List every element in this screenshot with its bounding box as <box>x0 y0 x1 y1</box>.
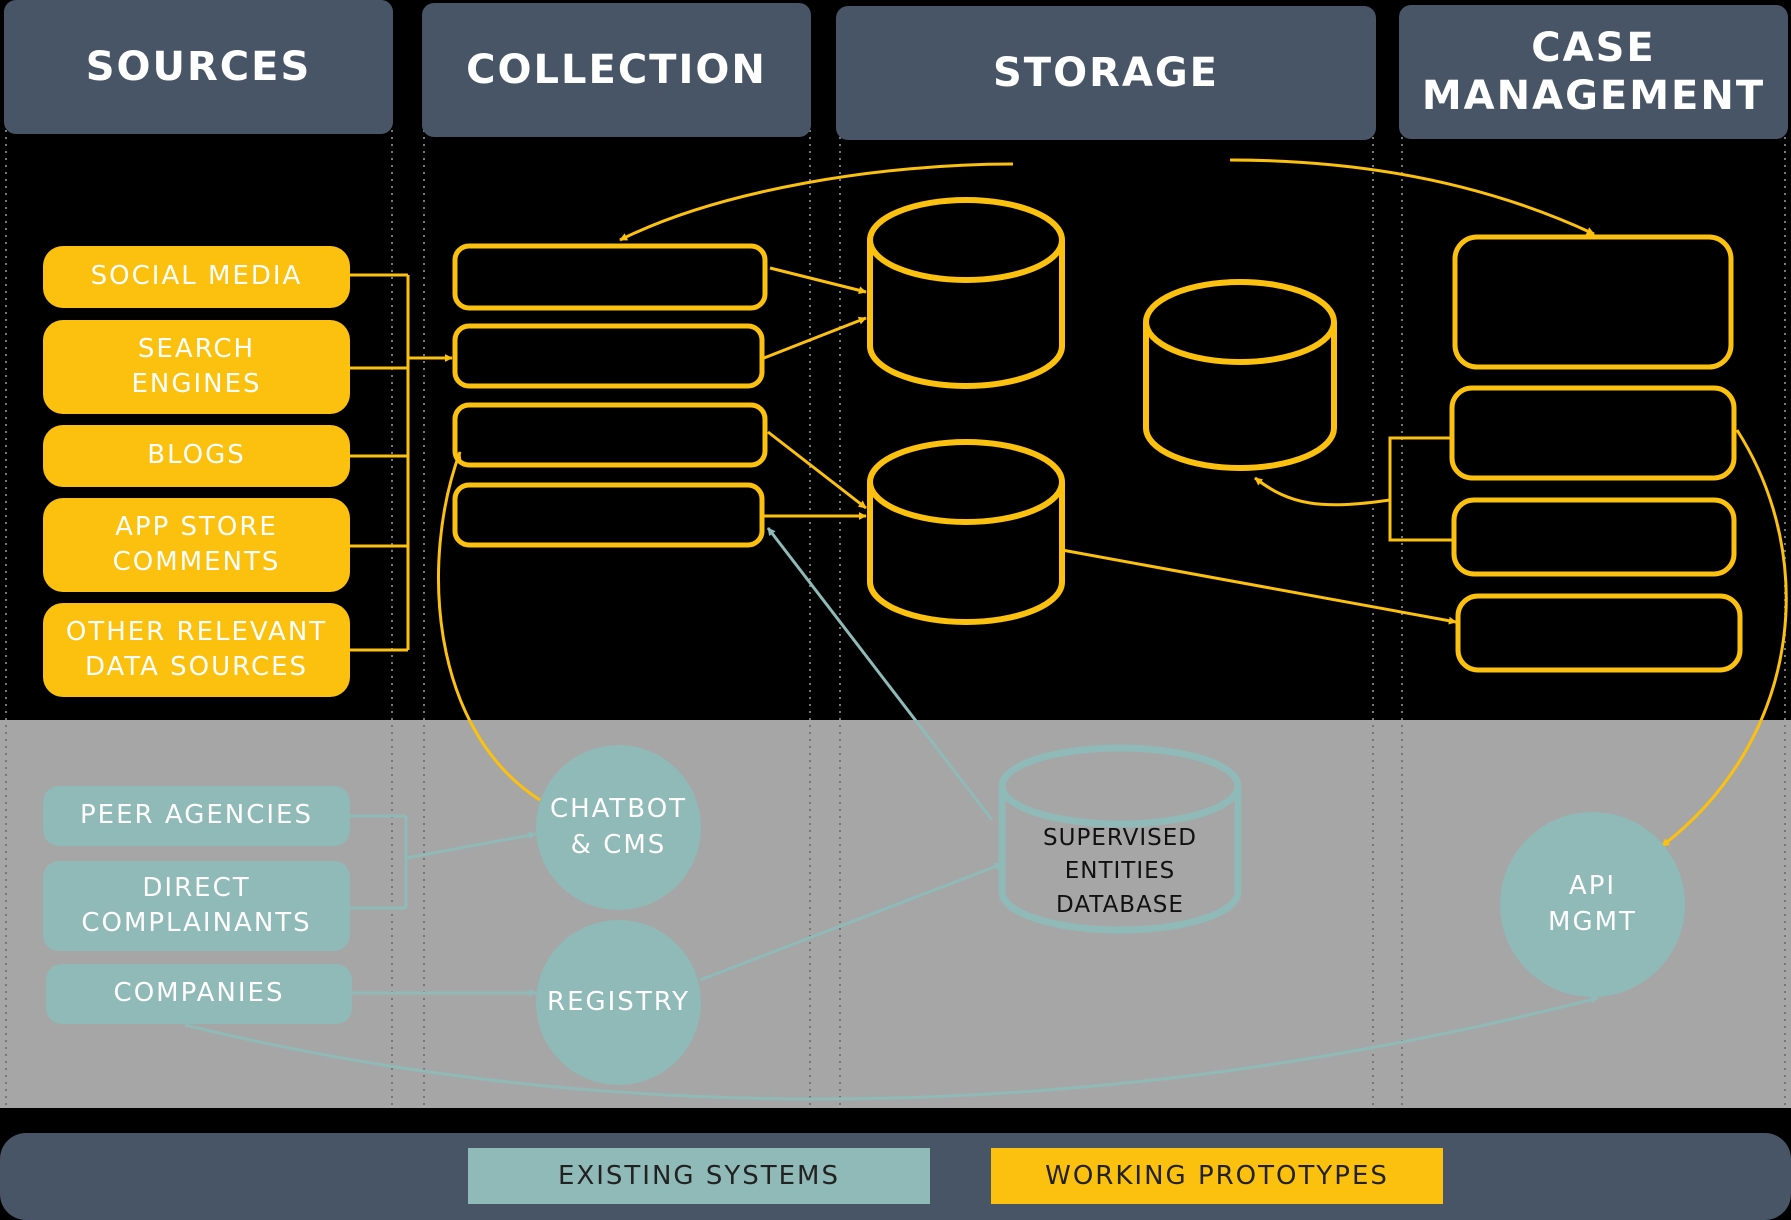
case-box-3 <box>1451 497 1737 577</box>
source-search-engines: SEARCH ENGINES <box>43 320 350 414</box>
column-header-storage: STORAGE <box>836 6 1376 140</box>
collection-boxes <box>452 243 768 548</box>
source-social-media: SOCIAL MEDIA <box>43 246 350 308</box>
storage-cylinder-2 <box>1143 279 1337 471</box>
supervised-entities-database-label: SUPERVISED ENTITIES DATABASE <box>1043 825 1197 918</box>
collection-box-3 <box>452 402 768 468</box>
source-companies: COMPANIES <box>46 964 352 1024</box>
legend-existing-systems: EXISTING SYSTEMS <box>468 1148 930 1204</box>
registry-node: REGISTRY <box>536 920 701 1085</box>
column-header-case-management: CASE MANAGEMENT <box>1399 5 1788 139</box>
collection-box-1 <box>452 243 768 311</box>
api-mgmt-node: API MGMT <box>1500 812 1685 997</box>
collection-box-4 <box>452 482 765 548</box>
case-management-boxes <box>1449 234 1743 673</box>
storage-cylinder-3 <box>867 439 1065 625</box>
case-box-2 <box>1449 385 1737 481</box>
source-blogs: BLOGS <box>43 425 350 487</box>
source-app-store-comments: APP STORE COMMENTS <box>43 498 350 592</box>
source-direct-complainants: DIRECT COMPLAINANTS <box>43 861 350 951</box>
legend-working-prototypes: WORKING PROTOTYPES <box>991 1148 1443 1204</box>
column-header-sources: SOURCES <box>4 0 393 134</box>
case-box-1 <box>1452 234 1734 370</box>
storage-cylinder-1 <box>867 197 1065 389</box>
sources-bracket <box>350 273 453 652</box>
chatbot-cms-node: CHATBOT & CMS <box>536 745 701 910</box>
collection-box-2 <box>452 323 765 389</box>
source-other-relevant-data: OTHER RELEVANT DATA SOURCES <box>43 603 350 697</box>
source-peer-agencies: PEER AGENCIES <box>43 786 350 846</box>
collection-to-storage-arrows <box>763 266 867 520</box>
column-header-collection: COLLECTION <box>422 3 811 137</box>
case-box-4 <box>1455 593 1743 673</box>
architecture-diagram: SOURCES COLLECTION STORAGE CASE MANAGEME… <box>0 0 1791 1220</box>
